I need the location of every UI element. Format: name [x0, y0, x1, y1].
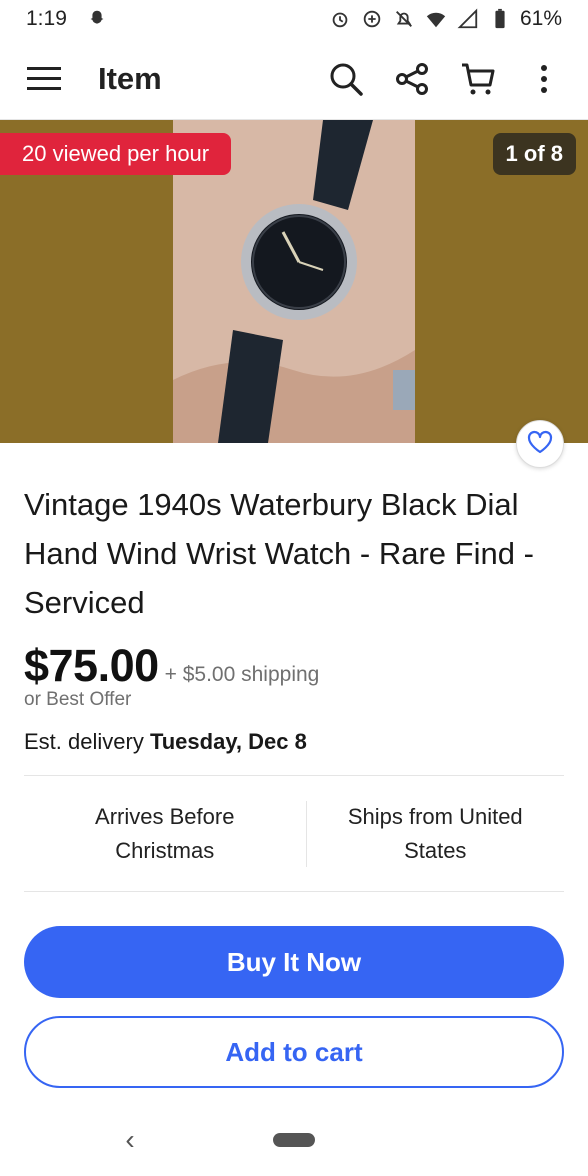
- alarm-icon: [328, 7, 352, 31]
- delivery-prefix: Est. delivery: [24, 729, 150, 754]
- status-bar: 1:19 61%: [0, 0, 588, 38]
- feature-ships-from: Ships from United States: [347, 804, 523, 863]
- watch-button[interactable]: [516, 420, 564, 468]
- mute-icon: [392, 7, 416, 31]
- snapchat-icon: [85, 7, 109, 31]
- wifi-icon: [424, 7, 448, 31]
- feature-row: Arrives Before Christmas Ships from Unit…: [24, 776, 564, 892]
- signal-icon: [456, 7, 480, 31]
- back-nav-icon[interactable]: ‹: [118, 1122, 142, 1158]
- price-row: $75.00 + $5.00 shipping: [24, 640, 319, 692]
- page-title: Item: [98, 60, 162, 96]
- estimated-delivery: Est. delivery Tuesday, Dec 8: [24, 729, 307, 755]
- shipping-cost: + $5.00 shipping: [164, 663, 320, 686]
- image-counter: 1 of 8: [492, 133, 576, 175]
- delivery-date: Tuesday, Dec 8: [149, 729, 307, 754]
- feature-arrives-before-christmas: Arrives Before Christmas: [95, 804, 235, 863]
- app-bar: Item: [0, 38, 588, 120]
- buy-it-now-button[interactable]: Buy It Now: [24, 926, 564, 998]
- battery-percent: 61%: [519, 7, 562, 30]
- views-badge: 20 viewed per hour: [0, 133, 232, 175]
- image-gallery[interactable]: 20 viewed per hour 1 of 8: [0, 120, 588, 443]
- cart-icon[interactable]: [458, 59, 498, 99]
- status-time: 1:19: [26, 7, 67, 30]
- share-icon[interactable]: [392, 59, 432, 99]
- heart-icon: [527, 430, 553, 459]
- search-icon[interactable]: [326, 59, 366, 99]
- add-to-cart-button[interactable]: Add to cart: [24, 1016, 564, 1088]
- item-price: $75.00: [24, 640, 159, 691]
- divider: [24, 891, 564, 892]
- home-pill[interactable]: [273, 1133, 315, 1147]
- battery-icon: [488, 7, 512, 31]
- item-title: Vintage 1940s Waterbury Black Dial Hand …: [24, 487, 534, 620]
- data-saver-icon: [360, 7, 384, 31]
- menu-icon[interactable]: [24, 59, 64, 99]
- best-offer-label: or Best Offer: [24, 689, 132, 710]
- more-icon[interactable]: [524, 59, 564, 99]
